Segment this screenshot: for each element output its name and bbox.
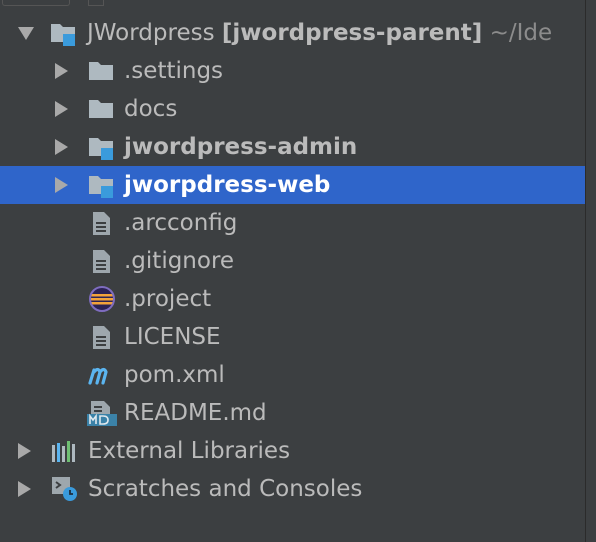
maven-m-icon (88, 367, 108, 385)
eclipse-project-icon (89, 286, 115, 312)
tree-item-label: README.md (124, 400, 267, 426)
tree-row-pom[interactable]: pom.xml (0, 356, 585, 394)
panel-divider (585, 0, 586, 542)
markdown-file-icon (87, 401, 117, 426)
root-label: JWordpress [jwordpress-parent] ~/Ide (87, 20, 553, 46)
chevron-right-icon[interactable] (55, 139, 68, 155)
tree-row-root[interactable]: JWordpress [jwordpress-parent] ~/Ide (0, 14, 585, 52)
tree-item-label: .gitignore (124, 248, 235, 274)
text-file-icon (93, 250, 110, 273)
chevron-right-icon[interactable] (55, 63, 68, 79)
tree-row-gitignore[interactable]: .gitignore (0, 242, 585, 280)
tree-item-label: .project (124, 286, 212, 312)
tree-row-external-libraries[interactable]: External Libraries (0, 432, 585, 470)
tree-row-project[interactable]: .project (0, 280, 585, 318)
top-tab-strip (0, 0, 596, 8)
tree-item-label: External Libraries (88, 438, 291, 464)
tree-row-jwordpress-admin[interactable]: jwordpress-admin (0, 128, 585, 166)
tree-row-jworpdress-web[interactable]: jworpdress-web (0, 166, 585, 204)
text-file-icon (93, 212, 110, 235)
scratches-console-icon (52, 477, 77, 501)
tree-row-readme[interactable]: README.md (0, 394, 585, 432)
tree-row-docs[interactable]: docs (0, 90, 585, 128)
tree-row-arcconfig[interactable]: .arcconfig (0, 204, 585, 242)
libraries-icon (52, 441, 75, 462)
module-folder-icon (89, 138, 113, 160)
chevron-right-icon[interactable] (18, 481, 31, 497)
tree-item-label: jworpdress-web (124, 172, 331, 198)
tree-item-label: LICENSE (124, 324, 221, 350)
tree-item-label: .arcconfig (124, 210, 238, 236)
chevron-right-icon[interactable] (55, 101, 68, 117)
tree-row-settings[interactable]: .settings (0, 52, 585, 90)
chevron-right-icon[interactable] (55, 177, 68, 193)
tree-row-scratches[interactable]: Scratches and Consoles (0, 470, 585, 508)
tree-item-label: pom.xml (124, 362, 225, 388)
chevron-right-icon[interactable] (18, 443, 31, 459)
tree-item-label: Scratches and Consoles (88, 476, 363, 502)
tool-tab-fragment (88, 0, 104, 6)
text-file-icon (93, 326, 110, 349)
tree-item-label: .settings (124, 58, 224, 84)
tool-tab-fragment (2, 0, 70, 6)
tree-item-label: jwordpress-admin (124, 134, 358, 160)
folder-icon (89, 100, 113, 118)
module-folder-icon (51, 24, 75, 46)
tree-row-license[interactable]: LICENSE (0, 318, 585, 356)
tree-item-label: docs (124, 96, 178, 122)
project-tree: JWordpress [jwordpress-parent] ~/Ide .se… (0, 14, 585, 508)
folder-icon (89, 62, 113, 80)
module-folder-icon (89, 176, 113, 198)
chevron-down-icon[interactable] (18, 27, 34, 40)
